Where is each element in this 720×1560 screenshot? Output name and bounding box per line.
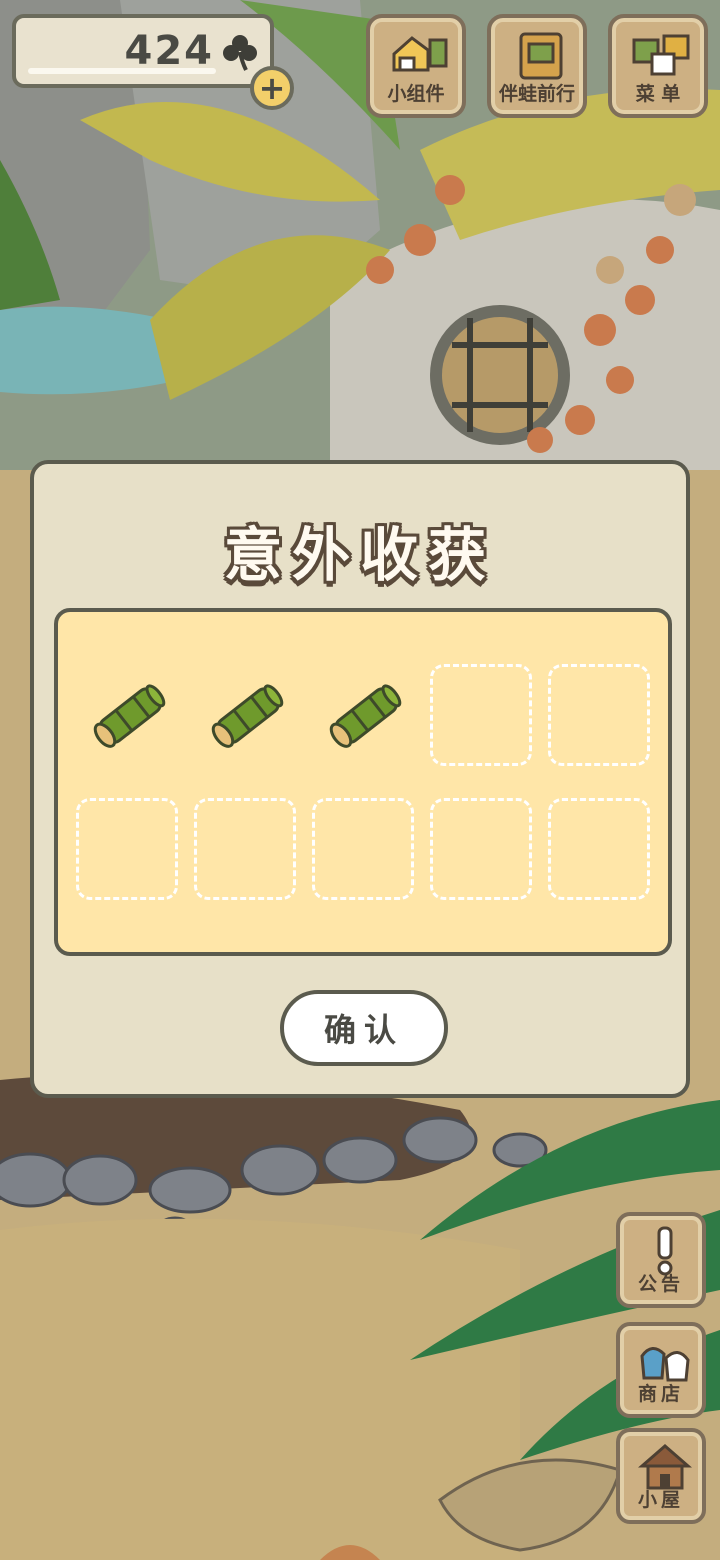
- bamboo-icon: [329, 684, 402, 748]
- item-grid: [54, 608, 672, 956]
- house-label: 小屋: [637, 1489, 684, 1511]
- menu-cards-icon: [632, 34, 690, 76]
- confirm-button[interactable]: 确认: [280, 990, 448, 1066]
- counter-bar: [28, 68, 216, 74]
- item-slot-7: [194, 798, 296, 900]
- clover-counter: 424: [12, 14, 274, 88]
- item-slot-9: [430, 798, 532, 900]
- widget-button[interactable]: 小组件: [366, 14, 466, 118]
- item-slot-8: [312, 798, 414, 900]
- item-slot-3[interactable]: [312, 664, 414, 766]
- item-slot-2[interactable]: [194, 664, 296, 766]
- item-slot-4: [430, 664, 532, 766]
- menu-button[interactable]: 菜 单: [608, 14, 708, 118]
- shop-button[interactable]: 商店: [616, 1322, 706, 1418]
- widget-icon: [392, 36, 448, 72]
- house-button[interactable]: 小屋: [616, 1428, 706, 1524]
- shop-label: 商店: [637, 1383, 684, 1405]
- widget-label: 小组件: [387, 83, 445, 105]
- notice-label: 公告: [637, 1273, 684, 1295]
- clover-icon: [223, 35, 257, 71]
- travel-journal-label: 伴蛙前行: [498, 83, 575, 105]
- item-slot-1[interactable]: [76, 664, 178, 766]
- item-slot-10: [548, 798, 650, 900]
- bamboo-icon: [211, 684, 284, 748]
- travel-journal-icon: [519, 32, 563, 80]
- dialog-title: 意外收获: [223, 521, 496, 589]
- bamboo-icon: [93, 684, 166, 748]
- harvest-dialog: 意外收获 确认: [30, 460, 690, 1098]
- menu-label: 菜 单: [635, 83, 681, 105]
- add-clover-button[interactable]: +: [250, 66, 294, 110]
- item-slot-5: [548, 664, 650, 766]
- notice-button[interactable]: 公告: [616, 1212, 706, 1308]
- item-slot-6: [76, 798, 178, 900]
- travel-journal-button[interactable]: 伴蛙前行: [487, 14, 587, 118]
